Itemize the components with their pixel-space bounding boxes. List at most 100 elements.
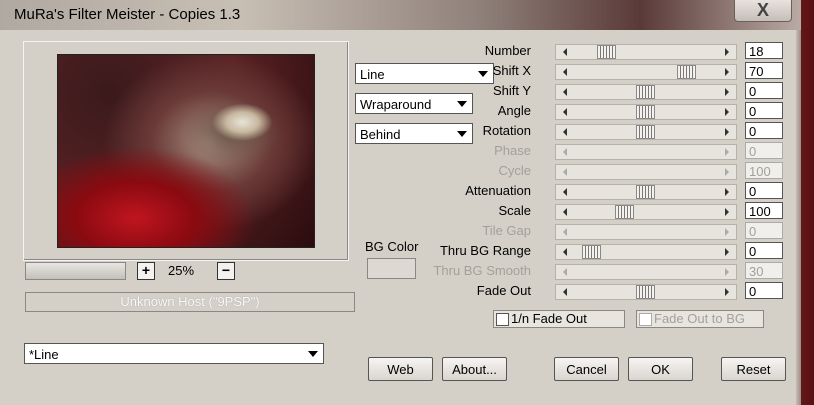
mode-select-value: Line: [360, 67, 385, 82]
preset-select[interactable]: *Line: [24, 343, 324, 364]
thru-bg-range-slider-thumb[interactable]: [581, 245, 601, 259]
chevron-left-icon[interactable]: [563, 168, 567, 176]
chevron-right-icon[interactable]: [725, 208, 729, 216]
fade-out-to-bg-checkbox[interactable]: Fade Out to BG: [636, 310, 764, 328]
chevron-left-icon[interactable]: [563, 248, 567, 256]
mode-select[interactable]: Line: [355, 63, 494, 84]
thru-bg-smooth-slider: [555, 264, 737, 280]
rotation-label: Rotation: [482, 123, 531, 138]
chevron-right-icon[interactable]: [725, 148, 729, 156]
chevron-left-icon[interactable]: [563, 228, 567, 236]
chevron-right-icon[interactable]: [725, 68, 729, 76]
phase-label: Phase: [494, 143, 531, 158]
chevron-right-icon[interactable]: [725, 128, 729, 136]
chevron-right-icon[interactable]: [725, 268, 729, 276]
about-button[interactable]: About...: [442, 357, 507, 381]
chevron-left-icon[interactable]: [563, 88, 567, 96]
chevron-down-icon: [478, 71, 488, 77]
chevron-left-icon[interactable]: [563, 128, 567, 136]
zoom-out-button[interactable]: −: [217, 262, 235, 280]
cycle-value-field: 100: [745, 162, 783, 179]
thru-bg-range-slider[interactable]: [555, 244, 737, 260]
chevron-left-icon[interactable]: [563, 188, 567, 196]
number-slider[interactable]: [555, 44, 737, 60]
rotation-slider-thumb[interactable]: [635, 125, 655, 139]
close-button[interactable]: X: [734, 0, 792, 22]
chevron-right-icon[interactable]: [725, 108, 729, 116]
tile-gap-slider: [555, 224, 737, 240]
angle-slider-thumb[interactable]: [635, 105, 655, 119]
number-label: Number: [484, 43, 531, 58]
thru-bg-range-value-field[interactable]: 0: [745, 242, 783, 259]
web-button[interactable]: Web: [368, 357, 433, 381]
chevron-down-icon: [457, 131, 467, 137]
chevron-down-icon: [308, 351, 318, 357]
zoom-in-button[interactable]: +: [137, 262, 155, 280]
shift-y-value-field[interactable]: 0: [745, 82, 783, 99]
angle-value-field[interactable]: 0: [745, 102, 783, 119]
shift-x-slider[interactable]: [555, 64, 737, 80]
fade-out-checkbox[interactable]: 1/n Fade Out: [493, 310, 625, 328]
preset-select-value: *Line: [29, 347, 59, 362]
edge-select[interactable]: Wraparound: [355, 93, 473, 114]
chevron-left-icon[interactable]: [563, 68, 567, 76]
bg-color-swatch[interactable]: [367, 258, 416, 279]
number-slider-thumb[interactable]: [597, 45, 617, 59]
chevron-left-icon[interactable]: [563, 148, 567, 156]
fade-out-slider-thumb[interactable]: [635, 285, 655, 299]
chevron-right-icon[interactable]: [725, 168, 729, 176]
rotation-slider[interactable]: [555, 124, 737, 140]
ok-button[interactable]: OK: [628, 357, 693, 381]
checkbox-box[interactable]: [639, 313, 652, 326]
attenuation-slider[interactable]: [555, 184, 737, 200]
cancel-button[interactable]: Cancel: [554, 357, 619, 381]
thru-bg-smooth-label: Thru BG Smooth: [433, 263, 531, 278]
shift-x-slider-thumb[interactable]: [677, 65, 697, 79]
chevron-right-icon[interactable]: [725, 48, 729, 56]
fade-out-to-bg-checkbox-label: Fade Out to BG: [654, 311, 746, 326]
chevron-left-icon[interactable]: [563, 268, 567, 276]
fade-out-value-field[interactable]: 0: [745, 282, 783, 299]
phase-slider: [555, 144, 737, 160]
chevron-right-icon[interactable]: [725, 188, 729, 196]
window-edge: [796, 30, 801, 405]
thru-bg-smooth-value-field: 30: [745, 262, 783, 279]
chevron-right-icon[interactable]: [725, 228, 729, 236]
scale-slider[interactable]: [555, 204, 737, 220]
number-value-field[interactable]: 18: [745, 42, 783, 59]
chevron-right-icon[interactable]: [725, 288, 729, 296]
chevron-left-icon[interactable]: [563, 108, 567, 116]
chevron-left-icon[interactable]: [563, 208, 567, 216]
scale-value-field[interactable]: 100: [745, 202, 783, 219]
title-bar: MuRa's Filter Meister - Copies 1.3 X: [0, 0, 801, 30]
chevron-left-icon[interactable]: [563, 288, 567, 296]
reset-button[interactable]: Reset: [721, 357, 786, 381]
preview-image[interactable]: [57, 54, 315, 248]
order-select[interactable]: Behind: [355, 123, 473, 144]
tile-gap-value-field: 0: [745, 222, 783, 239]
fade-out-slider[interactable]: [555, 284, 737, 300]
attenuation-slider-thumb[interactable]: [635, 185, 655, 199]
host-status: Unknown Host ("9PSP"): [25, 292, 355, 312]
bg-color-label: BG Color: [365, 239, 419, 254]
thru-bg-range-label: Thru BG Range: [439, 243, 531, 258]
attenuation-value-field[interactable]: 0: [745, 182, 783, 199]
chevron-right-icon[interactable]: [725, 248, 729, 256]
attenuation-label: Attenuation: [465, 183, 531, 198]
shift-y-slider[interactable]: [555, 84, 737, 100]
chevron-right-icon[interactable]: [725, 88, 729, 96]
shift-x-value-field[interactable]: 70: [745, 62, 783, 79]
shift-x-label: Shift X: [492, 63, 531, 78]
checkbox-box[interactable]: [496, 313, 509, 326]
zoom-level: 25%: [168, 263, 195, 278]
angle-slider[interactable]: [555, 104, 737, 120]
progress-bar: [25, 262, 126, 280]
shift-y-label: Shift Y: [492, 83, 531, 98]
phase-value-field: 0: [745, 142, 783, 159]
tile-gap-label: Tile Gap: [482, 223, 531, 238]
fade-out-checkbox-label: 1/n Fade Out: [511, 311, 587, 326]
chevron-left-icon[interactable]: [563, 48, 567, 56]
rotation-value-field[interactable]: 0: [745, 122, 783, 139]
scale-slider-thumb[interactable]: [615, 205, 635, 219]
shift-y-slider-thumb[interactable]: [635, 85, 655, 99]
